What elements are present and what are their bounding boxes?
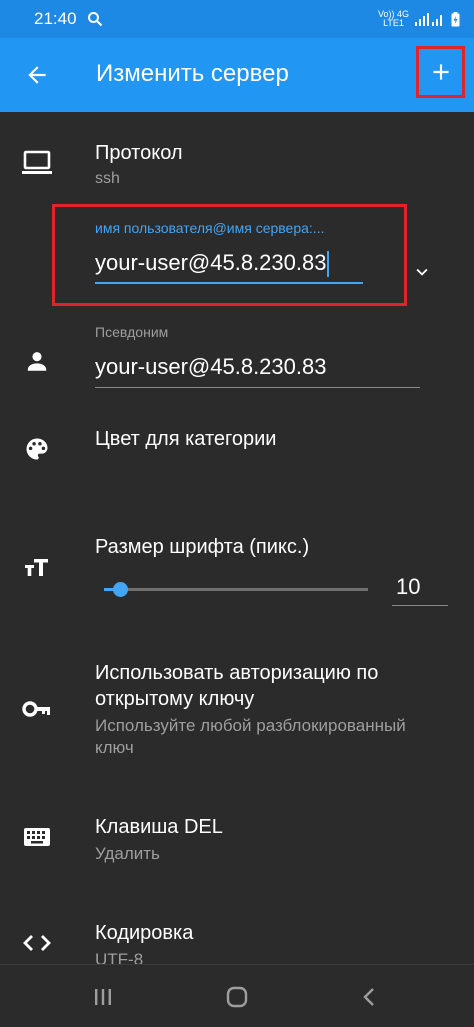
key-icon [18, 690, 56, 728]
person-icon [18, 342, 56, 380]
status-time: 21:40 [34, 9, 77, 28]
pubkey-description-line1: Используйте любой разблокированный [95, 716, 406, 735]
host-input[interactable]: your-user@45.8.230.83 [95, 250, 363, 284]
chevron-down-icon [416, 268, 428, 276]
server-settings-list: Протокол ssh имя пользователя@имя сервер… [0, 112, 474, 964]
arrow-back-icon [28, 66, 46, 84]
category-color-label[interactable]: Цвет для категории [95, 428, 276, 451]
keyboard-icon [18, 818, 56, 856]
protocol-label[interactable]: Протокол [95, 142, 183, 165]
pubkey-label-line2: открытому ключу [95, 688, 255, 710]
host-dropdown-button[interactable] [404, 254, 440, 290]
nickname-input[interactable]: your-user@45.8.230.83 [95, 354, 420, 388]
encoding-label: Кодировка [95, 922, 194, 944]
network-line-label: LTE1 [383, 18, 404, 28]
encoding-value: UTF-8 [95, 950, 144, 964]
nav-back-button[interactable] [352, 979, 388, 1015]
font-size-input[interactable]: 10 [392, 574, 448, 606]
back-nav-icon [363, 988, 374, 1006]
del-key-label: Клавиша DEL [95, 816, 223, 838]
pubkey-label-line1: Использовать авторизацию по [95, 662, 379, 684]
plus-icon [432, 64, 449, 80]
system-nav-bar [0, 964, 474, 1027]
add-button[interactable] [416, 46, 465, 98]
host-field-label: имя пользователя@имя сервера:... [95, 220, 325, 236]
font-size-label: Размер шрифта (пикс.) [95, 536, 310, 558]
recent-apps-icon [95, 989, 111, 1005]
slider-thumb[interactable] [113, 582, 128, 597]
page-title: Изменить сервер [96, 60, 289, 87]
battery-icon [451, 11, 460, 26]
home-button[interactable] [219, 979, 255, 1015]
font-size-slider[interactable] [104, 582, 368, 597]
laptop-icon [18, 144, 56, 182]
nickname-field-label: Псевдоним [95, 324, 169, 340]
text-cursor [327, 251, 330, 278]
network-indicator: Vo)) 4G LTE1 [378, 10, 409, 28]
back-button[interactable] [18, 56, 56, 94]
app-bar: Изменить сервер [0, 38, 474, 112]
del-key-value: Удалить [95, 844, 160, 863]
text-size-icon [18, 548, 56, 586]
status-bar: 21:40 Vo)) 4G LTE1 [0, 0, 474, 38]
search-icon [87, 12, 102, 27]
recent-apps-button[interactable] [85, 979, 121, 1015]
palette-icon [18, 430, 56, 468]
host-input-text: your-user@45.8.230.83 [95, 250, 327, 275]
pubkey-description-line2: ключ [95, 738, 134, 757]
home-icon [226, 986, 248, 1008]
signal-icon [415, 13, 442, 26]
protocol-value: ssh [95, 170, 120, 187]
code-icon [18, 924, 56, 962]
